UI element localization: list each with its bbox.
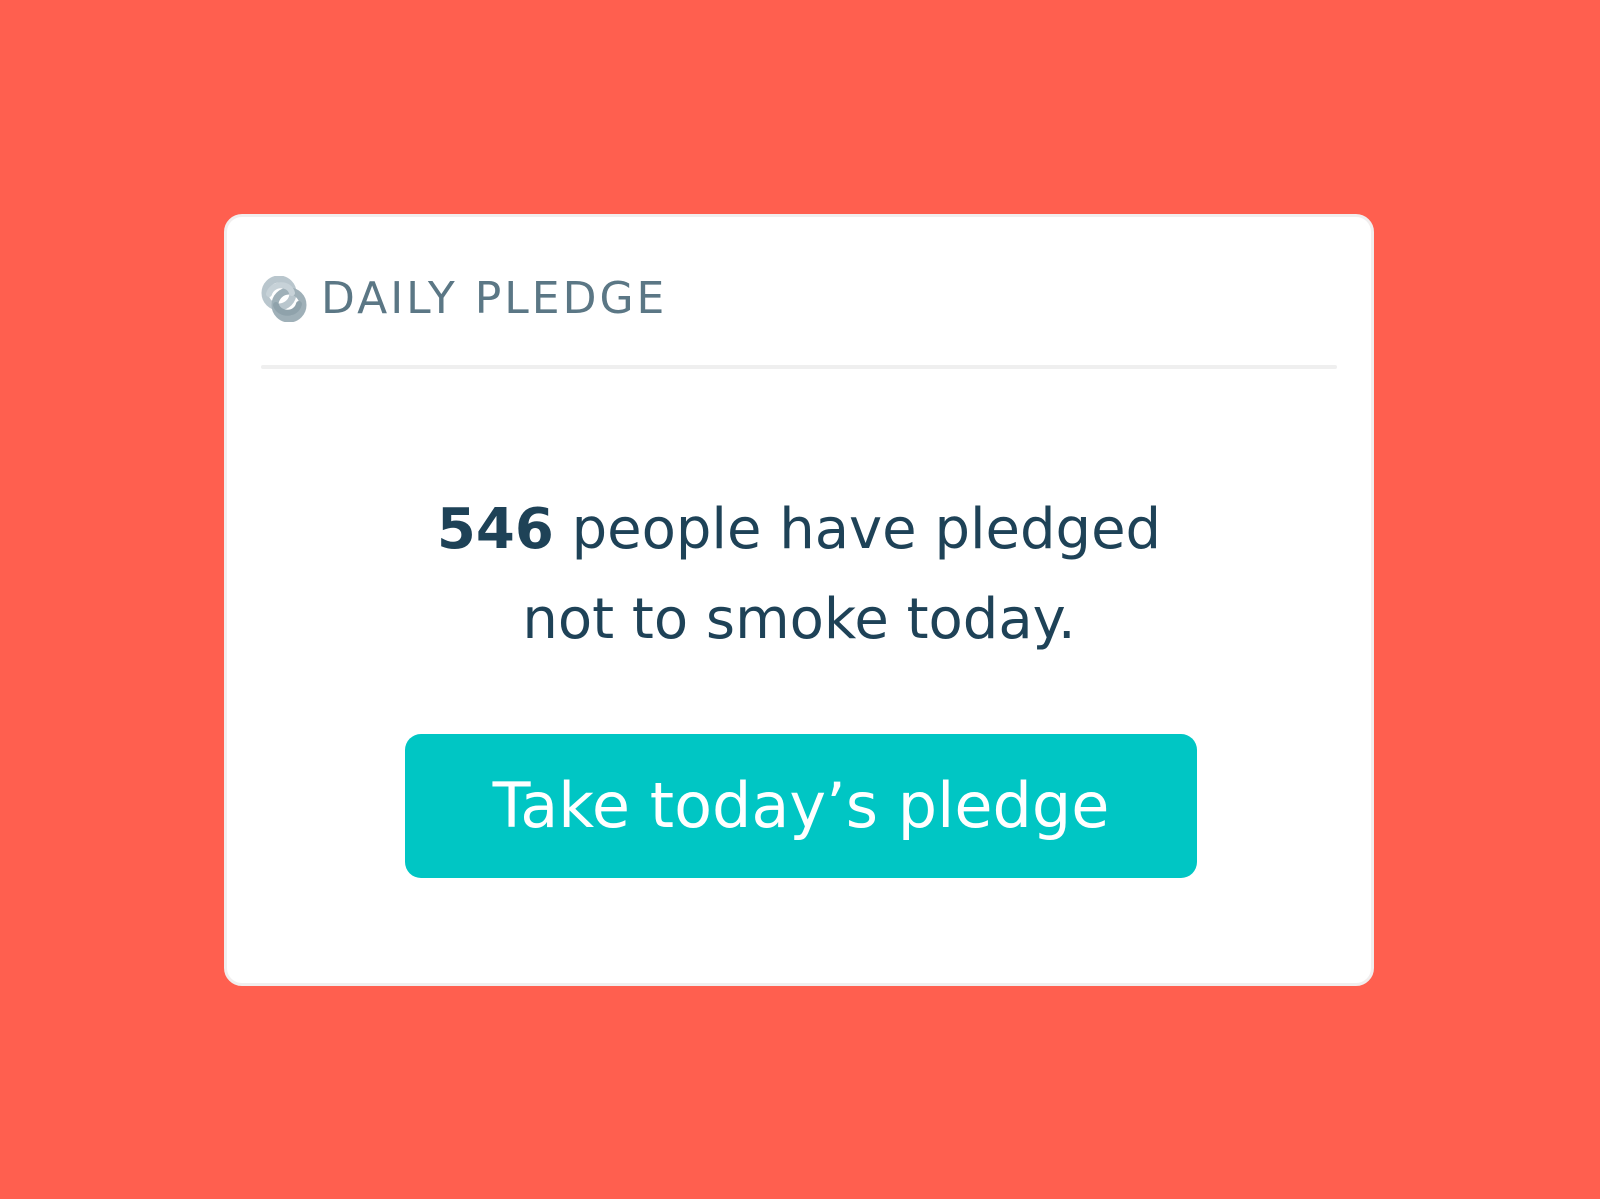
card-header: DAILY PLEDGE xyxy=(261,276,667,322)
pledge-message: 546 people have pledged not to smoke tod… xyxy=(227,485,1371,665)
pledge-message-line-2: not to smoke today. xyxy=(522,587,1076,652)
daily-pledge-card: DAILY PLEDGE 546 people have pledged not… xyxy=(224,214,1374,986)
pledge-count: 546 xyxy=(436,497,554,562)
brand-name: DAILY PLEDGE xyxy=(321,273,668,324)
daily-pledge-logo-icon xyxy=(261,276,307,322)
pledge-message-line-1: 546 people have pledged xyxy=(227,485,1371,575)
pledge-message-line-1-text: people have pledged xyxy=(553,497,1162,562)
header-divider xyxy=(261,365,1337,369)
take-pledge-button[interactable]: Take today’s pledge xyxy=(405,734,1197,878)
